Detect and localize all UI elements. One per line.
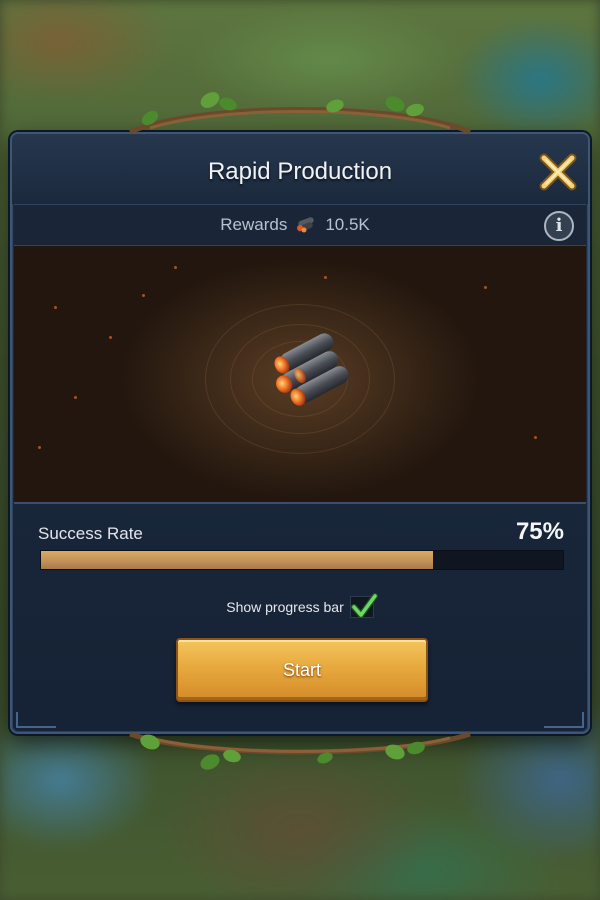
checkmark-icon (350, 593, 378, 618)
rewards-label: Rewards (220, 215, 288, 234)
vine-decoration-bottom (129, 731, 471, 770)
start-button[interactable]: Start (176, 638, 428, 702)
success-progress-fill (41, 551, 433, 569)
show-progress-label: Show progress bar (226, 599, 344, 615)
success-rate-value: 75% (515, 518, 564, 545)
show-progress-row: Show progress bar (12, 593, 588, 618)
coal-icon (297, 217, 315, 233)
production-scene-image (14, 246, 586, 502)
rewards-bar: Rewards 10.5K i (14, 204, 586, 246)
vine-decoration-top (129, 92, 471, 135)
success-progress-bar (40, 550, 564, 570)
separator (14, 502, 586, 504)
close-button[interactable] (536, 150, 580, 194)
title-bar: Rapid Production (12, 134, 588, 204)
coal-large-icon (274, 333, 349, 406)
rewards-value: 10.5K (325, 215, 370, 234)
close-icon (539, 153, 577, 191)
info-button[interactable]: i (544, 211, 574, 241)
show-progress-checkbox[interactable] (349, 593, 378, 618)
frame-corner-bottom-left (16, 712, 56, 728)
dialog-title: Rapid Production (207, 158, 393, 185)
success-rate-label: Success Rate (38, 524, 143, 543)
info-icon: i (555, 215, 563, 236)
rapid-production-dialog: Rapid Production Rewards 10.5K i Success… (10, 132, 590, 734)
frame-corner-bottom-right (544, 712, 584, 728)
